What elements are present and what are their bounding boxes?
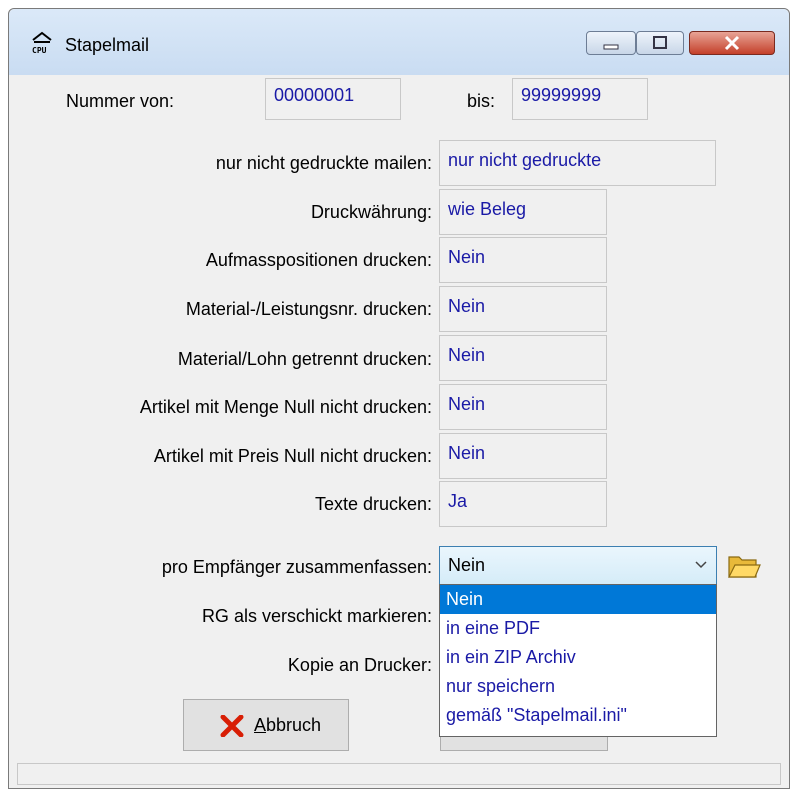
mark-sent-label: RG als verschickt markieren: (201, 606, 432, 626)
setting-value-price-zero[interactable]: Nein (439, 433, 607, 479)
setting-label-print-texts: Texte drucken: (314, 494, 432, 514)
folder-open-icon[interactable] (726, 549, 762, 583)
setting-label-measure-positions: Aufmasspositionen drucken: (205, 250, 432, 270)
setting-value-unprinted[interactable]: nur nicht gedruckte (439, 140, 716, 186)
setting-value-measure-positions[interactable]: Nein (439, 237, 607, 283)
setting-label-quantity-zero: Artikel mit Menge Null nicht drucken: (139, 397, 432, 417)
cpu-app-icon: CPU (32, 31, 52, 55)
setting-label-currency: Druckwährung: (310, 202, 432, 222)
status-bar (17, 763, 781, 785)
combine-option[interactable]: nur speichern (440, 672, 716, 701)
combine-option[interactable]: gemäß "Stapelmail.ini" (440, 701, 716, 730)
title-bar: CPU Stapelmail (9, 9, 789, 75)
from-label: Nummer von: (66, 91, 175, 111)
setting-label-price-zero: Artikel mit Preis Null nicht drucken: (153, 446, 432, 466)
setting-label-material-labor: Material/Lohn getrennt drucken: (177, 349, 432, 369)
from-number-field[interactable]: 00000001 (265, 78, 401, 120)
combine-option[interactable]: in eine PDF (440, 614, 716, 643)
stapelmail-window: CPU Stapelmail Nummer von: 00000001 bis:… (8, 8, 790, 789)
setting-value-print-texts[interactable]: Ja (439, 481, 607, 527)
combine-select[interactable]: Nein (439, 546, 717, 585)
setting-value-material-number[interactable]: Nein (439, 286, 607, 332)
to-label: bis: (467, 91, 496, 111)
minimize-icon (603, 44, 619, 50)
close-button[interactable] (689, 31, 775, 55)
chevron-down-icon (695, 561, 707, 569)
minimize-button[interactable] (586, 31, 636, 55)
combine-option[interactable]: in ein ZIP Archiv (440, 643, 716, 672)
maximize-button[interactable] (636, 31, 684, 55)
copy-printer-label: Kopie an Drucker: (287, 655, 432, 675)
maximize-icon (653, 36, 667, 49)
dialog-body: Nummer von: 00000001 bis: 99999999 nur n… (9, 75, 789, 788)
setting-label-material-number: Material-/Leistungsnr. drucken: (185, 299, 432, 319)
close-icon (724, 35, 740, 51)
to-number-field[interactable]: 99999999 (512, 78, 648, 120)
combine-option[interactable]: Nein (440, 585, 716, 614)
setting-label-unprinted: nur nicht gedruckte mailen: (215, 153, 432, 173)
combine-options-list: Nein in eine PDF in ein ZIP Archiv nur s… (439, 584, 717, 737)
setting-value-currency[interactable]: wie Beleg (439, 189, 607, 235)
combine-label: pro Empfänger zusammenfassen: (161, 557, 432, 577)
window-title: Stapelmail (65, 35, 150, 55)
setting-value-material-labor[interactable]: Nein (439, 335, 607, 381)
cancel-button[interactable]: Abbruch (183, 699, 349, 751)
combine-select-value: Nein (448, 555, 486, 575)
cancel-button-label: Abbruch (254, 715, 322, 735)
red-x-icon (220, 715, 244, 737)
setting-value-quantity-zero[interactable]: Nein (439, 384, 607, 430)
svg-text:CPU: CPU (32, 46, 47, 55)
